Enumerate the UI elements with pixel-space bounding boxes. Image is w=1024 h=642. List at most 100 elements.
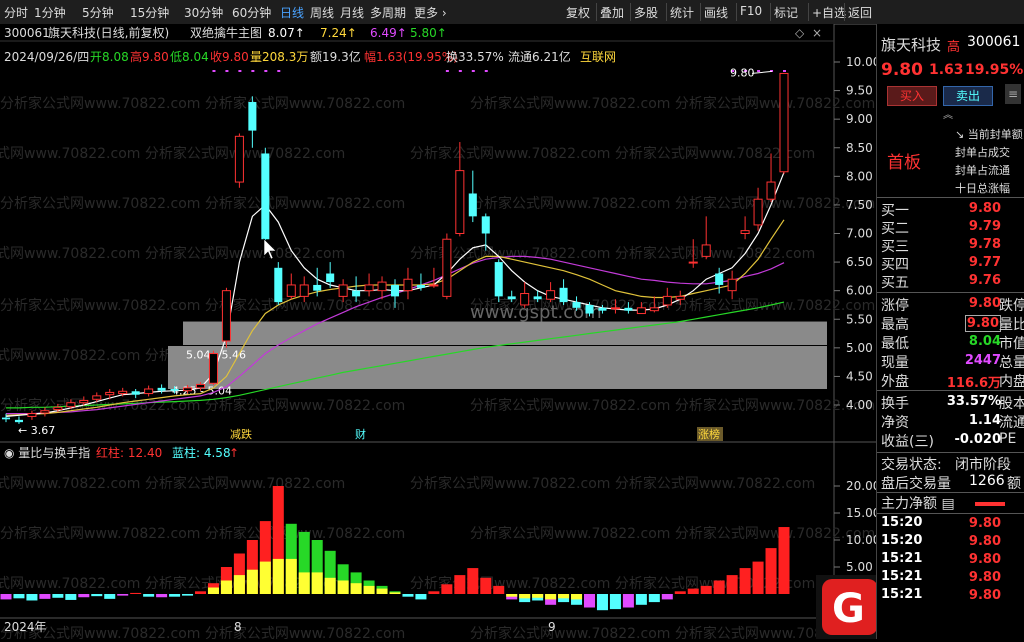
tag-badge: 高 bbox=[947, 40, 961, 55]
candle-body-up bbox=[429, 284, 439, 287]
tick-time: 15:21 bbox=[881, 569, 923, 584]
sell-button[interactable]: 卖出 bbox=[943, 86, 993, 106]
stat-label: 外盘 bbox=[881, 374, 909, 390]
watermark-text: 分析家公式网www.70822.com 分析家公式网www.70822.com bbox=[410, 475, 815, 492]
period-tab[interactable]: 5分钟 bbox=[82, 4, 114, 21]
watermark-text: 分析家公式网www.70822.com 分析家公式网www.70822.com bbox=[470, 625, 875, 639]
sub-bar-positive bbox=[726, 575, 738, 594]
bid-price: 9.77 bbox=[968, 255, 1001, 270]
signal-dot bbox=[471, 70, 475, 72]
watermark-text: 分析家公式网www.70822.com 分析家公式网www.70822.com bbox=[0, 525, 405, 542]
stat-suffix: 跌停 bbox=[999, 298, 1024, 314]
buy-button[interactable]: 买入 bbox=[887, 86, 937, 106]
period-tab[interactable]: 分时 bbox=[4, 4, 28, 21]
seal-note: 十日总涨幅 bbox=[955, 182, 1010, 195]
price-tick-label: 5.50 bbox=[846, 312, 873, 326]
sub-tick-label: 10.00 bbox=[846, 533, 876, 547]
sub-bar-positive bbox=[130, 592, 142, 594]
toolbar-separator bbox=[844, 3, 845, 21]
candle-body-up bbox=[92, 395, 102, 400]
sub-bar-negative bbox=[143, 594, 155, 597]
sub-bar-positive bbox=[441, 584, 453, 594]
ohlc-field: 量208.3万 bbox=[250, 50, 308, 64]
toolbar-button[interactable]: 复权 bbox=[566, 4, 590, 21]
stat-value: 116.6万 bbox=[946, 376, 1001, 391]
sub-bar-inner bbox=[337, 580, 349, 594]
close-icon[interactable]: × bbox=[812, 26, 822, 40]
kline-chart[interactable]: 分析家公式网www.70822.com 分析家公式网www.70822.com 分… bbox=[0, 24, 1024, 642]
period-tab[interactable]: 30分钟 bbox=[184, 4, 223, 21]
toolbar-button[interactable]: 画线 bbox=[704, 4, 728, 21]
sub-bar-inner bbox=[220, 580, 232, 594]
chart-area[interactable]: 分析家公式网www.70822.com 分析家公式网www.70822.com 分… bbox=[0, 24, 1024, 642]
sub-bar-positive bbox=[752, 561, 764, 594]
stat-label: 涨停 bbox=[881, 298, 909, 314]
event-label[interactable]: 涨榜 bbox=[698, 427, 720, 441]
toolbar-button[interactable]: +自选 bbox=[812, 4, 846, 21]
stock-code: 300061 bbox=[967, 34, 1021, 50]
toolbar-button[interactable]: 多股 bbox=[634, 4, 658, 21]
candle-body-down bbox=[507, 296, 516, 300]
ohlc-field: 换33.57% bbox=[446, 50, 504, 64]
menu-icon[interactable]: ≡ bbox=[1005, 84, 1021, 104]
watermark-text: 分析家公式网www.70822.com 分析家公式网www.70822.com bbox=[0, 145, 345, 162]
ohlc-field: 2024/09/26/四 bbox=[4, 50, 89, 64]
toolbar-button[interactable]: 叠加 bbox=[600, 4, 624, 21]
candle-body-up bbox=[675, 295, 685, 300]
x-axis-year: 2024年 bbox=[4, 620, 47, 634]
toolbar-button[interactable]: F10 bbox=[740, 4, 762, 18]
candle-body-down bbox=[157, 387, 166, 391]
period-tab[interactable]: 多周期 bbox=[370, 4, 406, 21]
candle-body-down bbox=[416, 284, 425, 288]
event-label[interactable]: 减跌 bbox=[230, 427, 252, 441]
tick-time: 15:20 bbox=[881, 515, 923, 530]
watermark-site: www.gspt.com bbox=[470, 302, 602, 323]
event-label[interactable]: 财 bbox=[355, 427, 366, 441]
sub-bar-negative bbox=[91, 594, 103, 597]
stat-suffix: 量比 bbox=[999, 317, 1024, 333]
toolbar-button[interactable]: 统计 bbox=[670, 4, 694, 21]
period-tab[interactable]: 1分钟 bbox=[34, 4, 66, 21]
stat-suffix: 总量 bbox=[999, 355, 1024, 371]
sub-bar-inner bbox=[571, 594, 583, 600]
sub-bar-negative bbox=[13, 594, 25, 599]
period-tab[interactable]: 60分钟 bbox=[232, 4, 271, 21]
sub-indicator-name: ◉ 量比与换手指 bbox=[4, 445, 90, 460]
zone-upper bbox=[183, 321, 827, 346]
candle-body-up bbox=[779, 72, 789, 173]
candle-body-up bbox=[234, 135, 244, 183]
collapse-icon[interactable]: ︽ bbox=[943, 106, 953, 121]
candle-body-up bbox=[546, 290, 556, 300]
signal-dot bbox=[484, 70, 488, 72]
period-tab[interactable]: 更多 › bbox=[414, 4, 447, 21]
ohlc-field: 流通6.21亿 bbox=[508, 49, 571, 64]
diamond-icon[interactable]: ◇ bbox=[795, 26, 805, 40]
sub-tick-label: 15.00 bbox=[846, 506, 876, 520]
sub-bar-positive bbox=[194, 591, 207, 594]
period-tab[interactable]: 周线 bbox=[310, 4, 334, 21]
tick-price: 9.80 bbox=[968, 570, 1001, 585]
seal-note: ↘ 当前封单额 bbox=[955, 128, 1023, 141]
period-tab[interactable]: 月线 bbox=[340, 4, 364, 21]
stat-value: 33.57% bbox=[946, 394, 1001, 409]
indicator-value: 8.07↑ bbox=[268, 26, 305, 40]
stat-value: 1.14 bbox=[968, 413, 1001, 428]
candle-body-down bbox=[14, 419, 23, 423]
candle-body-down bbox=[261, 153, 270, 240]
sub-bar-negative bbox=[65, 594, 77, 600]
candle-body-down bbox=[313, 284, 322, 291]
signal-dot bbox=[264, 70, 268, 72]
watermark-text: 分析家公式网www.70822.com 分析家公式网www.70822.com bbox=[0, 475, 345, 492]
price-tick-label: 8.50 bbox=[846, 141, 873, 155]
candle-body-up bbox=[208, 353, 218, 384]
stock-name: 旗天科技 bbox=[881, 36, 942, 54]
tick-time: 15:21 bbox=[881, 587, 923, 602]
toolbar-separator bbox=[770, 3, 771, 21]
period-tab[interactable]: 日线 bbox=[280, 4, 304, 21]
sub-bar-negative bbox=[0, 594, 12, 600]
price-tick-label: 9.50 bbox=[846, 84, 873, 98]
watermark-text: 分析家公式网www.70822.com 分析家公式网www.70822.com bbox=[0, 195, 405, 212]
toolbar-button[interactable]: 返回 bbox=[848, 4, 872, 21]
toolbar-button[interactable]: 标记 bbox=[774, 4, 798, 21]
period-tab[interactable]: 15分钟 bbox=[130, 4, 169, 21]
